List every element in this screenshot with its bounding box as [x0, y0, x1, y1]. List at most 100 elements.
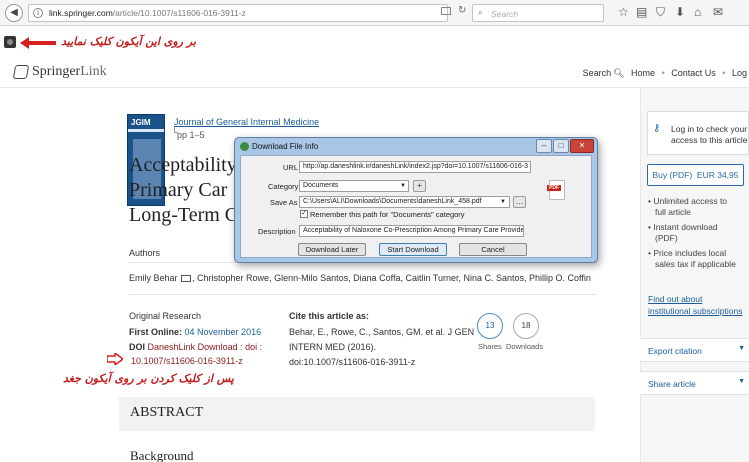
bookmarks-list-icon[interactable]: ▤	[636, 5, 647, 19]
description-label: Description	[258, 227, 296, 236]
category-select[interactable]: Documents	[299, 180, 409, 192]
browse-button[interactable]: …	[513, 196, 526, 208]
description-field[interactable]: Acceptability of Naloxone Co-Prescriptio…	[299, 225, 524, 237]
url-field[interactable]: http://ap.daneshlink.ir/daneshLink/index…	[299, 161, 531, 173]
logo-thin: Link	[80, 64, 107, 79]
info-icon[interactable]: i	[33, 8, 43, 18]
cite-line-2: INTERN MED (2016).	[289, 342, 377, 352]
abstract-heading: ABSTRACT	[130, 405, 204, 420]
header-nav: Search 🔍︎ Home • Contact Us • Log	[579, 68, 747, 79]
download-icon[interactable]: ⬇	[675, 5, 685, 19]
buy-price: EUR 34,95	[696, 170, 739, 180]
bullet-3: • Price includes local	[648, 248, 727, 258]
buy-label: Buy (PDF)	[652, 170, 693, 180]
minimize-button[interactable]: –	[536, 139, 552, 153]
bullet-1-cont: full article	[655, 207, 691, 217]
bullet-1-text: Unlimited access to	[653, 196, 728, 206]
remember-path-label: Remember this path for "Documents" categ…	[310, 210, 465, 219]
url-text[interactable]: link.springer.com/article/10.1007/s11606…	[49, 8, 246, 18]
first-online-date: 04 November 2016	[184, 327, 262, 337]
browser-toolbar: ◀ i link.springer.com/article/10.1007/s1…	[0, 0, 749, 26]
reader-view-icon[interactable]	[441, 7, 451, 15]
home-icon[interactable]: ⌂	[694, 5, 701, 19]
reload-icon[interactable]: ↻	[458, 5, 466, 16]
cover-stripe	[128, 129, 164, 132]
address-bar[interactable]: i link.springer.com/article/10.1007/s116…	[28, 4, 448, 22]
search-placeholder: Search	[491, 9, 518, 19]
nav-login[interactable]: Log	[732, 68, 747, 78]
doi-row: DOI DaneshLink Download : doi :	[129, 342, 262, 352]
share-article-button[interactable]: Share article ▼	[640, 371, 749, 395]
chevron-down-icon: ▼	[738, 345, 745, 352]
owl-extension-icon[interactable]	[4, 36, 16, 48]
pocket-icon[interactable]: ⛉	[656, 5, 665, 19]
doi-value[interactable]: 10.1007/s11606-016-3911-z	[131, 356, 243, 366]
login-text-2[interactable]: access to this article	[671, 135, 748, 145]
nav-separator: •	[722, 68, 726, 78]
pages: pp 1–5	[177, 130, 205, 140]
springer-logo-icon[interactable]	[12, 65, 30, 79]
remember-path-checkbox[interactable]: ✓	[300, 210, 308, 218]
bookmark-star-icon[interactable]: ☆	[618, 5, 629, 19]
close-button[interactable]: ✕	[570, 139, 594, 153]
category-label: Category	[268, 182, 299, 191]
login-text-1[interactable]: Log in to check your	[671, 124, 747, 134]
chevron-down-icon: ▼	[738, 378, 745, 385]
back-icon[interactable]: ◀	[5, 4, 23, 22]
institutional-link-1[interactable]: Find out about	[648, 294, 702, 304]
mail-toolbar-icon[interactable]: ✉	[713, 5, 723, 19]
divider	[129, 294, 597, 295]
download-later-button[interactable]: Download Later	[298, 243, 366, 256]
export-citation-button[interactable]: Export citation ▼	[640, 338, 749, 362]
author-list: Emily Behar , Christopher Rowe, Glenn-Mi…	[129, 273, 591, 283]
bullet-3-text: Price includes local	[653, 248, 727, 258]
shares-count[interactable]: 13	[477, 313, 503, 339]
article-title-line-2: Primary Car	[129, 179, 228, 201]
add-category-button[interactable]: +	[413, 180, 426, 192]
nav-separator: •	[661, 68, 665, 78]
nav-search-icon[interactable]: 🔍︎	[613, 68, 624, 78]
journal-link[interactable]: Journal of General Internal Medicine	[174, 117, 319, 127]
nav-contact[interactable]: Contact Us	[671, 68, 716, 78]
email-icon[interactable]	[181, 275, 192, 282]
nav-home[interactable]: Home	[631, 68, 655, 78]
downloads-label: Downloads	[506, 342, 544, 351]
cancel-button[interactable]: Cancel	[459, 243, 527, 256]
background-heading: Background	[130, 448, 194, 462]
first-online: First Online: 04 November 2016	[129, 327, 261, 337]
article-title-line-1: Acceptability	[129, 154, 237, 176]
search-icon: ⌕	[478, 7, 484, 17]
red-arrow-right-icon	[107, 353, 123, 365]
institutional-link-2[interactable]: institutional subscriptions	[648, 306, 743, 316]
bullet-2-text: Instant download	[653, 222, 718, 232]
pdf-file-icon: PDF	[547, 180, 565, 200]
cite-line-1: Behar, E., Rowe, C., Santos, GM. et al. …	[289, 327, 475, 337]
share-article-label: Share article	[648, 379, 696, 389]
export-citation-label: Export citation	[648, 346, 702, 356]
bullet-2: • Instant download	[648, 222, 718, 232]
first-author[interactable]: Emily Behar	[129, 273, 178, 283]
springer-logo[interactable]: SpringerLink	[32, 64, 107, 80]
doi-value-text: 10.1007/s11606-016-3911-z	[131, 356, 243, 366]
downloads-count[interactable]: 18	[513, 313, 539, 339]
red-arrow-left-icon	[20, 37, 56, 49]
first-online-label: First Online:	[129, 327, 183, 337]
key-icon: ⚷	[653, 123, 661, 134]
authors-label[interactable]: Authors	[129, 248, 160, 258]
saveas-label: Save As	[270, 198, 298, 207]
buy-pdf-button[interactable]: Buy (PDF) EUR 34,95	[647, 164, 744, 186]
search-bar[interactable]: ⌕ Search	[472, 4, 604, 22]
saveas-field[interactable]: C:\Users\ALI\Downloads\Documents\daneshL…	[299, 196, 510, 208]
other-authors: , Christopher Rowe, Glenn-Milo Santos, D…	[192, 273, 591, 283]
chevron-down-icon[interactable]: ▼	[500, 199, 506, 205]
maximize-button[interactable]: □	[553, 139, 569, 153]
cite-line-3: doi:10.1007/s11606-016-3911-z	[289, 357, 416, 367]
daneshlink-download-link[interactable]: DaneshLink Download : doi :	[148, 342, 263, 352]
nav-search[interactable]: Search	[583, 68, 612, 78]
url-label: URL	[283, 163, 299, 172]
dialog-title: Download File Info	[252, 142, 319, 151]
article-title-line-3: Long-Term C	[129, 204, 239, 226]
logo-bold: Springer	[32, 64, 81, 79]
chevron-down-icon[interactable]: ▼	[400, 183, 406, 189]
start-download-button[interactable]: Start Download	[379, 243, 447, 256]
